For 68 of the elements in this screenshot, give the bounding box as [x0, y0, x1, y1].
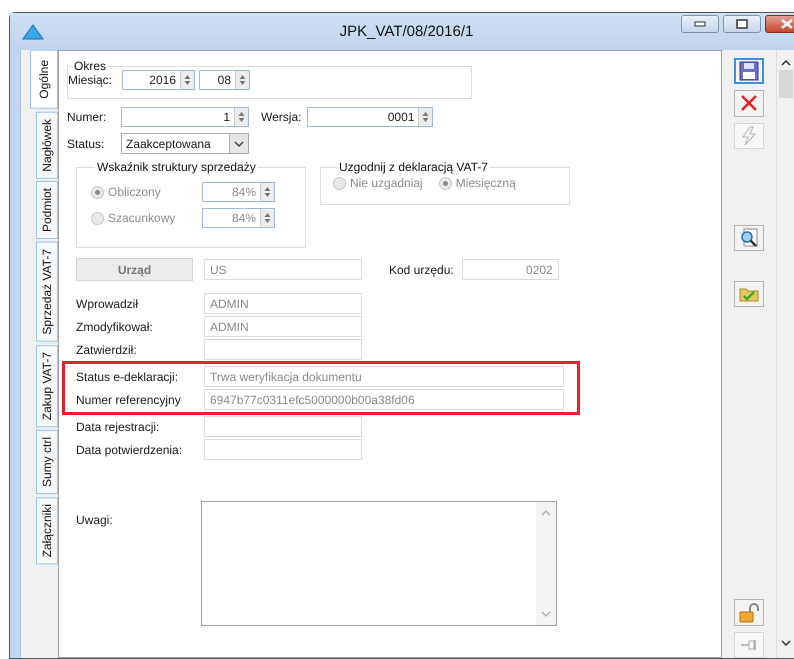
field-label: Wersja:	[261, 110, 302, 124]
field-label: Status:	[67, 136, 106, 150]
month-spin-field[interactable]: 08	[199, 70, 250, 90]
field-label: Numer:	[67, 110, 108, 124]
field-label: Zmodyfikował:	[76, 320, 154, 334]
spin-arrows-icon[interactable]	[418, 108, 432, 126]
chevron-down-icon	[234, 140, 244, 146]
lock-button[interactable]	[734, 599, 764, 626]
window-title: JPK_VAT/08/2016/1	[340, 23, 474, 40]
side-tab[interactable]: Ogólne	[30, 50, 58, 109]
field-label: Kod urzędu:	[389, 262, 454, 276]
save-button[interactable]	[734, 58, 764, 84]
side-tab[interactable]: Załączniki	[36, 497, 58, 565]
notes-text-area[interactable]	[201, 501, 557, 626]
folder-check-icon	[739, 286, 759, 302]
info-field[interactable]: ADMIN	[204, 316, 362, 337]
scrollbar[interactable]	[536, 502, 556, 625]
date-field[interactable]	[204, 439, 362, 460]
field-label: Wprowadził	[76, 296, 140, 310]
search-button[interactable]	[734, 224, 764, 252]
minimize-button[interactable]	[681, 15, 719, 33]
side-tab[interactable]: Podmiot	[36, 181, 58, 240]
spin-arrows-icon[interactable]	[234, 108, 248, 126]
side-tab[interactable]: Sprzedaż VAT-7	[36, 242, 58, 342]
year-spin-field[interactable]: 2016	[122, 70, 195, 90]
lightning-icon	[740, 126, 758, 146]
maximize-icon	[736, 19, 748, 29]
spin-arrows-icon[interactable]	[180, 71, 194, 89]
cross-icon	[740, 94, 758, 112]
scrollbar-thumb[interactable]	[779, 70, 793, 98]
chevron-up-icon	[541, 510, 551, 516]
spin-arrows-icon[interactable]	[235, 71, 249, 89]
open-padlock-icon	[738, 602, 760, 623]
close-icon	[781, 19, 793, 29]
group-legend: Wskaźnik struktury sprzedaży	[95, 160, 258, 174]
field-label: Uwagi:	[76, 513, 114, 529]
side-tab[interactable]: Nagłówek	[36, 112, 58, 178]
field-label: Zatwierdził:	[76, 342, 138, 356]
field-label: Numer referencyjny	[76, 392, 182, 406]
info-field[interactable]: Trwa weryfikacja dokumentu	[204, 366, 564, 387]
side-tab[interactable]: Zakup VAT-7	[36, 345, 58, 428]
office-code-field[interactable]: 0202	[462, 259, 559, 280]
group-legend: Uzgodnij z deklaracją VAT-7	[337, 160, 490, 174]
chevron-down-icon	[541, 611, 551, 617]
version-spin-field[interactable]: 0001	[307, 107, 434, 127]
folder-button[interactable]	[734, 281, 764, 308]
status-dropdown[interactable]: Zaakceptowana	[121, 133, 249, 154]
field-label: Status e-deklaracji:	[76, 370, 180, 384]
magnifier-icon	[739, 228, 759, 248]
date-field[interactable]	[204, 416, 362, 437]
info-field[interactable]: ADMIN	[204, 293, 362, 314]
side-tab[interactable]: Sumy ctrl	[36, 430, 58, 494]
number-spin-field[interactable]: 1	[121, 107, 249, 127]
pin-icon	[740, 638, 758, 651]
office-button[interactable]: Urząd	[76, 258, 193, 281]
minimize-icon	[694, 21, 706, 27]
info-field[interactable]	[204, 339, 362, 360]
field-label: Data rejestracji:	[76, 420, 160, 434]
field-label: Miesiąc:	[68, 73, 114, 87]
group-legend: Okres	[72, 59, 108, 73]
info-field[interactable]: 6947b77c0311efc5000000b00a38fd06	[204, 389, 564, 410]
field-label: Data potwierdzenia:	[76, 442, 184, 456]
maximize-button[interactable]	[723, 15, 761, 33]
delete-button[interactable]	[734, 90, 764, 117]
chevron-down-icon	[781, 640, 791, 646]
chevron-up-icon	[781, 60, 791, 66]
triangle-logo-icon	[22, 24, 44, 40]
office-field[interactable]: US	[204, 259, 362, 280]
